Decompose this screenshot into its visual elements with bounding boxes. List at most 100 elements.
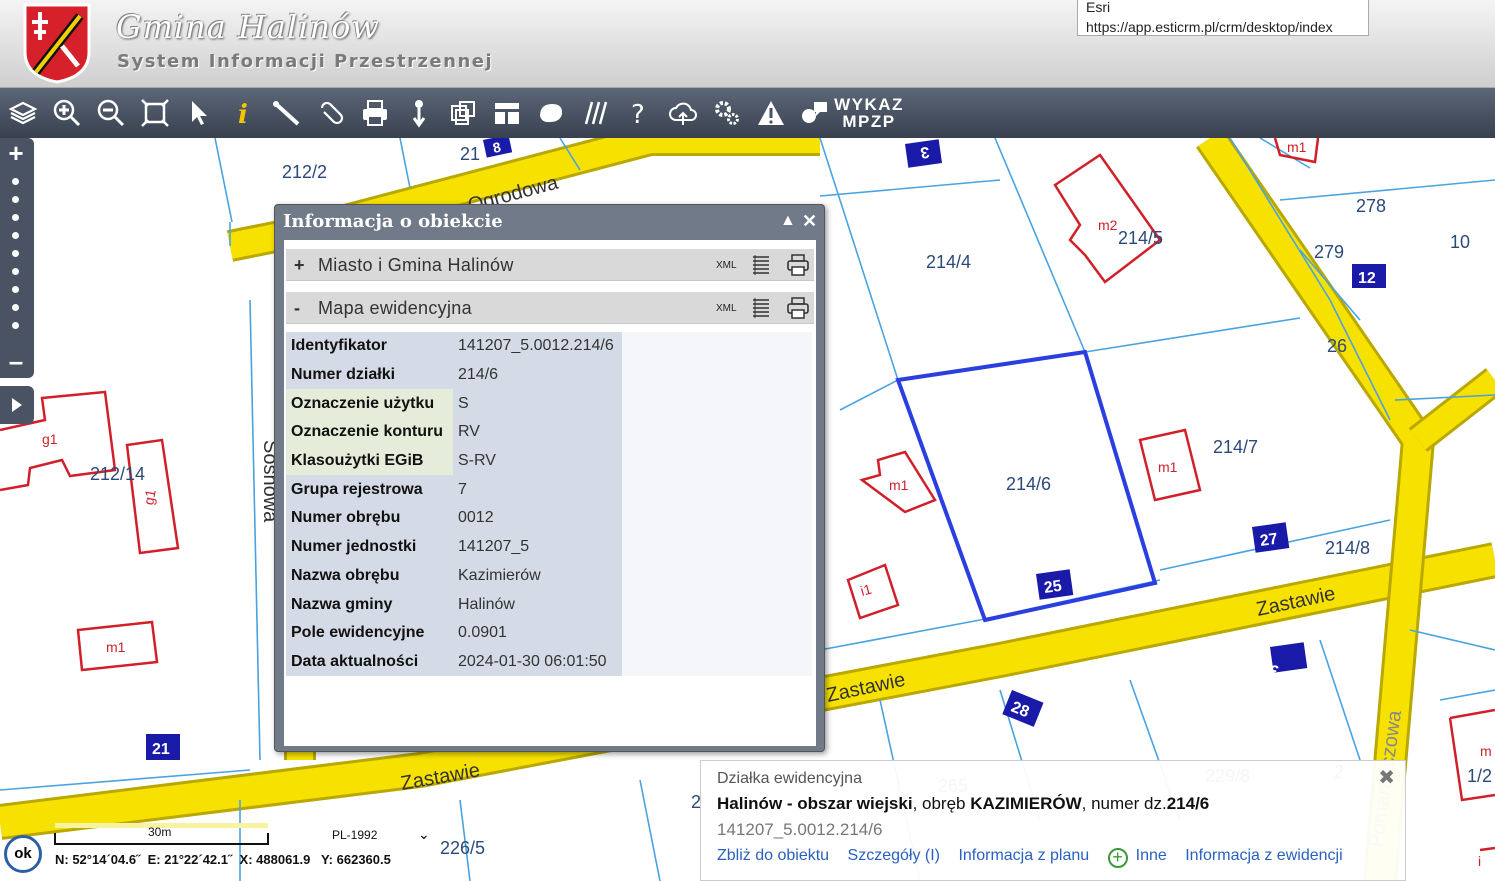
zoom-level-dot[interactable] bbox=[12, 232, 19, 239]
zoom-out-icon[interactable] bbox=[93, 95, 129, 131]
house-number-label: 30 bbox=[1260, 661, 1280, 680]
zoom-level-dot[interactable] bbox=[12, 286, 19, 293]
measure-icon[interactable] bbox=[269, 95, 305, 131]
zoom-level-dot[interactable] bbox=[12, 250, 19, 257]
zoom-out-button[interactable]: – bbox=[3, 348, 29, 374]
warning-icon[interactable] bbox=[753, 95, 789, 131]
xml-export-button[interactable]: XML bbox=[716, 260, 737, 271]
pan-icon[interactable] bbox=[401, 95, 437, 131]
registry-info-link[interactable]: Informacja z ewidencji bbox=[1185, 847, 1342, 864]
attribute-filler bbox=[622, 590, 812, 619]
other-link[interactable]: Inne bbox=[1136, 847, 1167, 864]
layout-icon[interactable] bbox=[489, 95, 525, 131]
parcel-number-label: 1/2 bbox=[1467, 766, 1492, 786]
app-subtitle: System Informacji Przestrzennej bbox=[117, 51, 494, 72]
popup-address-parcel: 214/6 bbox=[1166, 794, 1210, 813]
attribute-row: Numer działki 214/6 bbox=[286, 360, 812, 390]
close-icon[interactable]: ✕ bbox=[802, 212, 817, 230]
popup-address-precinct: KAZIMIERÓW bbox=[970, 794, 1082, 813]
info-window-title: Informacja o obiekcie bbox=[283, 211, 503, 232]
xml-export-button[interactable]: XML bbox=[716, 303, 737, 314]
section-miasto-i-gmina[interactable]: + Miasto i Gmina Halinów XML bbox=[286, 249, 814, 281]
attribute-key: Numer działki bbox=[286, 360, 453, 390]
list-icon[interactable] bbox=[751, 297, 771, 319]
attribute-key: Nazwa obrębu bbox=[286, 561, 453, 591]
wykaz-line1: WYKAZ bbox=[834, 95, 904, 114]
zoom-to-object-link[interactable]: Zbliż do obiektu bbox=[717, 847, 829, 864]
print-icon[interactable] bbox=[786, 297, 810, 319]
crs-select[interactable]: PL-1992 bbox=[332, 828, 377, 842]
draw-icon[interactable] bbox=[533, 95, 569, 131]
select-arrow-icon[interactable] bbox=[181, 95, 217, 131]
full-extent-icon[interactable] bbox=[137, 95, 173, 131]
svg-text:i: i bbox=[238, 100, 248, 128]
print-icon[interactable] bbox=[786, 254, 810, 276]
building-label: m1 bbox=[1287, 139, 1307, 155]
details-link[interactable]: Szczegóły (I) bbox=[848, 847, 940, 864]
parcel-number-label: 278 bbox=[1356, 196, 1386, 216]
zoom-level-dot[interactable] bbox=[12, 304, 19, 311]
cloud-upload-icon[interactable] bbox=[665, 95, 701, 131]
attribute-key: Oznaczenie użytku bbox=[286, 389, 453, 419]
attribute-key: Data aktualności bbox=[286, 647, 453, 677]
info-icon[interactable]: i bbox=[225, 95, 261, 131]
building-label: m1 bbox=[889, 477, 909, 493]
close-icon[interactable]: ✖ bbox=[1378, 765, 1395, 790]
attribute-row: Data aktualności 2024-01-30 06:01:50 bbox=[286, 647, 812, 677]
overview-icon[interactable] bbox=[445, 95, 481, 131]
list-icon[interactable] bbox=[751, 254, 771, 276]
zoom-in-button[interactable]: + bbox=[3, 140, 29, 166]
parcel-number-label: 214/8 bbox=[1325, 538, 1370, 558]
house-number-label: 12 bbox=[1358, 270, 1376, 287]
app-title: Gmina Halinów bbox=[116, 8, 380, 46]
zoom-level-dot[interactable] bbox=[12, 268, 19, 275]
attribute-key: Identyfikator bbox=[286, 332, 453, 361]
attribute-row: Numer jednostki 141207_5 bbox=[286, 532, 812, 562]
attribute-row: Nazwa obrębu Kazimierów bbox=[286, 561, 812, 591]
section-title: Mapa ewidencyjna bbox=[318, 298, 472, 318]
toolbar: i ? WYKAZ MPZP bbox=[0, 88, 1495, 138]
svg-text:?: ? bbox=[631, 100, 645, 128]
section-mapa-ewidencyjna[interactable]: - Mapa ewidencyjna XML bbox=[286, 292, 814, 324]
print-icon[interactable] bbox=[357, 95, 393, 131]
attribute-row: Grupa rejestrowa 7 bbox=[286, 475, 812, 505]
wykaz-line2: MPZP bbox=[842, 112, 896, 131]
popup-address-sep: , obręb bbox=[912, 794, 971, 813]
plan-info-link[interactable]: Informacja z planu bbox=[958, 847, 1089, 864]
link-icon[interactable] bbox=[313, 95, 349, 131]
parcel-number-label: 21 bbox=[460, 144, 480, 164]
object-info-window: Informacja o obiekcie ▲ ✕ + Miasto i Gmi… bbox=[274, 204, 825, 752]
parcel-number-label: 226/5 bbox=[440, 838, 485, 858]
zoom-in-icon[interactable] bbox=[49, 95, 85, 131]
layers-icon[interactable] bbox=[5, 95, 41, 131]
attribute-value: 141207_5.0012.214/6 bbox=[453, 332, 622, 361]
parcel-number-label: 279 bbox=[1314, 242, 1344, 262]
ok-button[interactable]: ok bbox=[4, 835, 42, 873]
scale-label: 30m bbox=[148, 825, 172, 839]
zoom-level-dot[interactable] bbox=[12, 214, 19, 221]
attribute-key: Pole ewidencyjne bbox=[286, 618, 453, 648]
attribute-row: Numer obrębu 0012 bbox=[286, 504, 812, 533]
attribute-filler bbox=[622, 360, 812, 390]
plus-circle-icon[interactable]: + bbox=[1107, 848, 1128, 868]
settings-icon[interactable] bbox=[709, 95, 745, 131]
popup-links: Zbliż do obiektu Szczegóły (I) Informacj… bbox=[717, 847, 1357, 868]
popup-address-place: Halinów - obszar wiejski bbox=[717, 794, 913, 813]
wykaz-mpzp-button[interactable]: WYKAZ MPZP bbox=[828, 96, 910, 130]
building-label: i1 bbox=[859, 581, 874, 599]
attribute-table: Identyfikator 141207_5.0012.214/6 Numer dz… bbox=[286, 332, 812, 677]
zoom-level-dot[interactable] bbox=[12, 196, 19, 203]
attribute-key: Oznaczenie konturu bbox=[286, 418, 453, 447]
chevron-down-icon[interactable]: ⌄ bbox=[418, 826, 430, 843]
attribute-filler bbox=[622, 532, 812, 562]
popup-parcel-id: 141207_5.0012.214/6 bbox=[717, 820, 883, 839]
hatch-icon[interactable] bbox=[577, 95, 613, 131]
popup-object-type: Działka ewidencyjna bbox=[717, 770, 862, 787]
expand-panel-button[interactable] bbox=[0, 386, 34, 424]
attribute-key: Nazwa gminy bbox=[286, 590, 453, 619]
zoom-level-dot[interactable] bbox=[12, 322, 19, 329]
zoom-level-dot[interactable] bbox=[12, 178, 19, 185]
help-icon[interactable]: ? bbox=[621, 95, 657, 131]
collapse-icon[interactable]: ▲ bbox=[780, 213, 796, 229]
section-toggle-sign: - bbox=[294, 298, 300, 318]
